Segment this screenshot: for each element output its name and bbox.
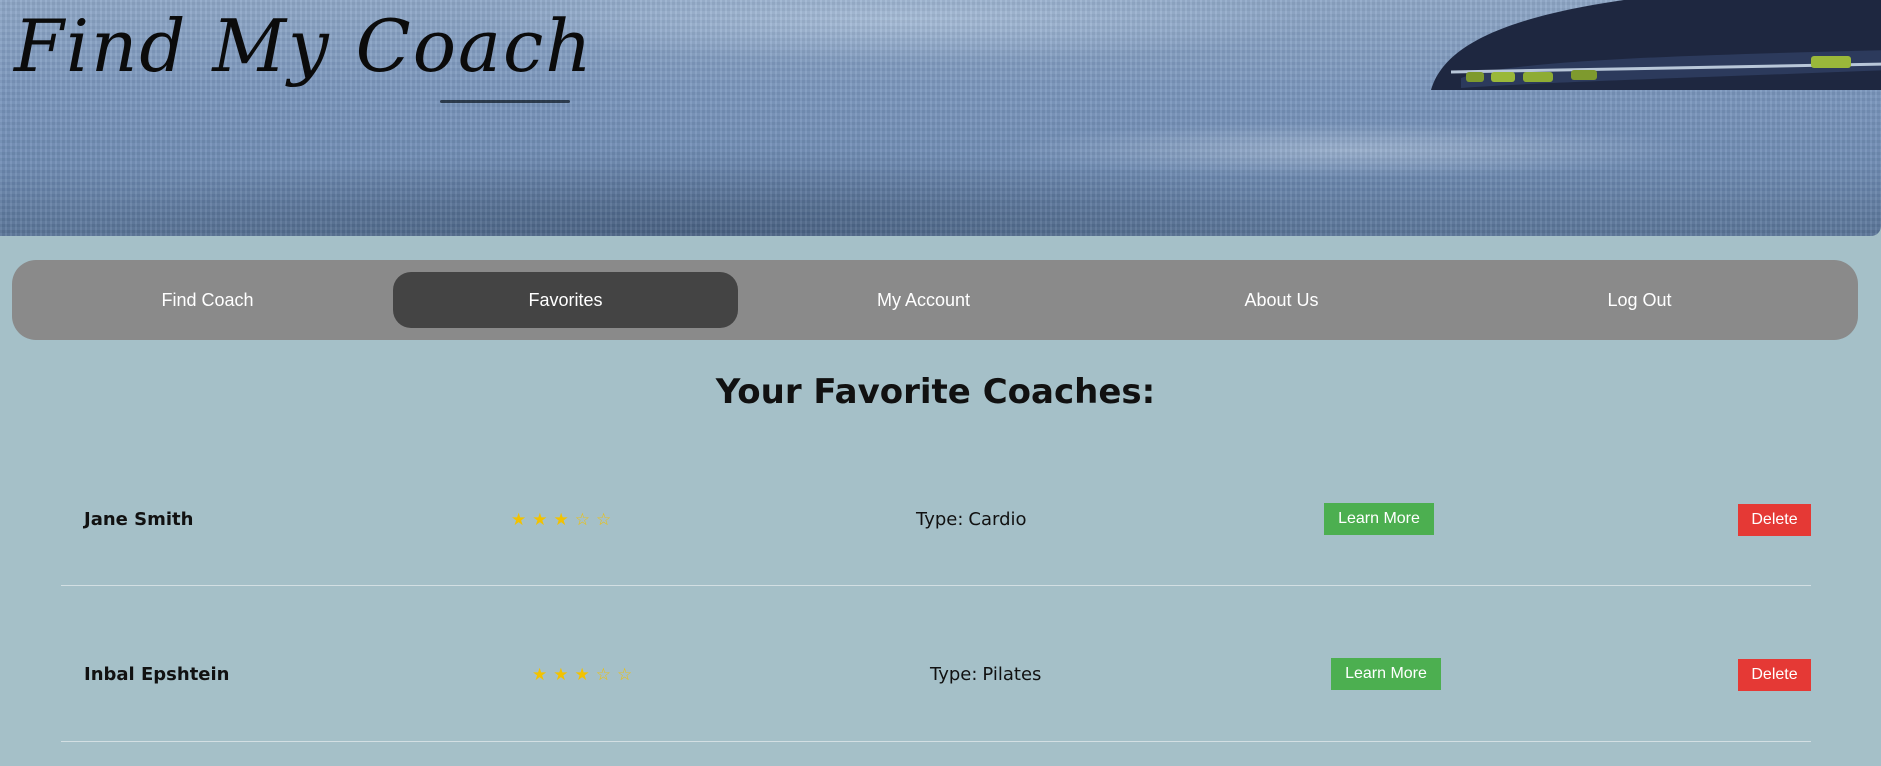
nav-item-favorites[interactable]: Favorites [393,272,738,328]
hero-banner: Find My Coach [0,0,1881,236]
nav-item-my-account[interactable]: My Account [751,272,1096,328]
star-filled-icon: ★ [532,665,548,685]
star-filled-icon: ★ [553,510,569,530]
coach-type-value: Cardio [968,509,1027,530]
star-filled-icon: ★ [532,510,548,530]
coach-row: Inbal Epshtein ★ ★ ★ ☆ ☆ Type: Pilates Learn … [61,585,1811,742]
nav-item-about-us[interactable]: About Us [1109,272,1454,328]
main-navigation: Find Coach Favorites My Account About Us… [12,260,1858,340]
star-empty-icon: ☆ [595,665,611,685]
star-filled-icon: ★ [574,665,590,685]
star-empty-icon: ☆ [596,510,612,530]
running-shoe-image [1431,0,1881,90]
site-title: Find My Coach [14,4,594,88]
star-filled-icon: ★ [511,510,527,530]
coach-type-label: Type: [916,509,964,530]
nav-item-find-coach[interactable]: Find Coach [35,272,380,328]
delete-button[interactable]: Delete [1738,504,1811,536]
rating-stars: ★ ★ ★ ☆ ☆ [511,512,611,529]
coach-type-value: Pilates [982,664,1042,685]
coach-name: Inbal Epshtein [84,664,230,685]
star-empty-icon: ☆ [574,510,590,530]
coach-type: Type: Pilates [930,664,1041,685]
learn-more-button[interactable]: Learn More [1331,658,1441,690]
rating-stars: ★ ★ ★ ☆ ☆ [532,667,632,684]
learn-more-button[interactable]: Learn More [1324,503,1434,535]
coach-row: Jane Smith ★ ★ ★ ☆ ☆ Type: Cardio Learn More … [61,429,1811,586]
delete-button[interactable]: Delete [1738,659,1811,691]
nav-item-log-out[interactable]: Log Out [1467,272,1812,328]
star-empty-icon: ☆ [617,665,633,685]
title-underline [440,100,570,103]
coach-type-label: Type: [930,664,978,685]
page-heading: Your Favorite Coaches: [715,372,1156,412]
coach-name: Jane Smith [84,509,194,530]
coach-type: Type: Cardio [916,509,1027,530]
star-filled-icon: ★ [553,665,569,685]
